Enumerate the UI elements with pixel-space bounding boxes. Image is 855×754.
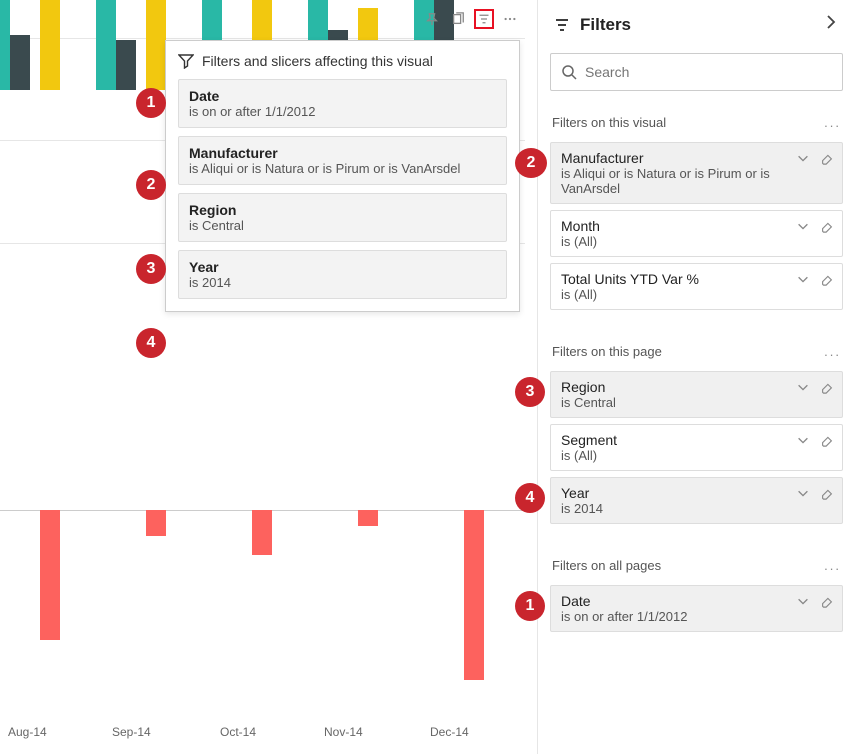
- tooltip-filter-card: Region is Central: [178, 193, 507, 242]
- tooltip-title: Filters and slicers affecting this visua…: [202, 53, 433, 69]
- chevron-down-icon[interactable]: [796, 151, 810, 165]
- bar[interactable]: [358, 510, 378, 526]
- x-tick-label: Nov-14: [324, 725, 363, 739]
- callout-badge-4b: 4: [515, 483, 545, 513]
- bar[interactable]: [40, 0, 60, 90]
- filter-name: Date: [561, 593, 832, 609]
- chevron-down-icon[interactable]: [796, 272, 810, 286]
- filter-desc: is 2014: [189, 275, 496, 290]
- bar[interactable]: [146, 510, 166, 536]
- eraser-icon[interactable]: [820, 380, 834, 394]
- section-more-icon[interactable]: ...: [824, 558, 841, 573]
- filter-name: Region: [561, 379, 832, 395]
- chevron-down-icon[interactable]: [796, 486, 810, 500]
- callout-badge-3: 3: [136, 254, 166, 284]
- filter-desc: is Central: [189, 218, 496, 233]
- filter-desc: is Aliqui or is Natura or is Pirum or is…: [189, 161, 496, 176]
- filter-desc: is (All): [561, 448, 832, 463]
- section-more-icon[interactable]: ...: [824, 344, 841, 359]
- section-label: Filters on this page: [552, 344, 662, 359]
- filter-card-date[interactable]: Date is on or after 1/1/2012: [550, 585, 843, 632]
- eraser-icon[interactable]: [820, 433, 834, 447]
- filter-card-region[interactable]: Region is Central: [550, 371, 843, 418]
- filter-name: Region: [189, 202, 496, 218]
- chevron-down-icon[interactable]: [796, 594, 810, 608]
- tooltip-filter-card: Year is 2014: [178, 250, 507, 299]
- x-tick-label: Sep-14: [112, 725, 151, 739]
- eraser-icon[interactable]: [820, 219, 834, 233]
- chevron-down-icon[interactable]: [796, 380, 810, 394]
- filter-name: Year: [561, 485, 832, 501]
- filter-name: Date: [189, 88, 496, 104]
- bar[interactable]: [10, 35, 30, 90]
- bar[interactable]: [252, 510, 272, 555]
- callout-badge-2b: 2: [515, 148, 547, 178]
- more-options-icon[interactable]: [500, 9, 520, 29]
- funnel-icon: [178, 53, 194, 69]
- section-label: Filters on this visual: [552, 115, 666, 130]
- filter-card-month[interactable]: Month is (All): [550, 210, 843, 257]
- chevron-down-icon[interactable]: [796, 219, 810, 233]
- section-title-visual: Filters on this visual ...: [538, 109, 855, 136]
- bar[interactable]: [464, 510, 484, 680]
- filter-name: Manufacturer: [189, 145, 496, 161]
- panel-title: Filters: [580, 15, 631, 35]
- bar[interactable]: [40, 510, 60, 640]
- filters-panel-header: Filters: [538, 0, 855, 49]
- tooltip-filter-card: Manufacturer is Aliqui or is Natura or i…: [178, 136, 507, 185]
- x-tick-label: Oct-14: [220, 725, 256, 739]
- bar[interactable]: [96, 0, 116, 90]
- filter-desc: is on or after 1/1/2012: [561, 609, 832, 624]
- filter-card-manufacturer[interactable]: Manufacturer is Aliqui or is Natura or i…: [550, 142, 843, 204]
- tooltip-filter-card: Date is on or after 1/1/2012: [178, 79, 507, 128]
- filter-desc: is (All): [561, 234, 832, 249]
- filters-search[interactable]: [550, 53, 843, 91]
- filter-desc: is Aliqui or is Natura or is Pirum or is…: [561, 166, 832, 196]
- filter-name: Total Units YTD Var %: [561, 271, 832, 287]
- callout-badge-2: 2: [136, 170, 166, 200]
- filter-name: Month: [561, 218, 832, 234]
- eraser-icon[interactable]: [820, 486, 834, 500]
- filter-desc: is 2014: [561, 501, 832, 516]
- filter-icon[interactable]: [474, 9, 494, 29]
- filter-card-total-units[interactable]: Total Units YTD Var % is (All): [550, 263, 843, 310]
- eraser-icon[interactable]: [820, 594, 834, 608]
- callout-badge-1: 1: [136, 88, 166, 118]
- filter-card-year[interactable]: Year is 2014: [550, 477, 843, 524]
- filter-name: Manufacturer: [561, 150, 832, 166]
- section-label: Filters on all pages: [552, 558, 661, 573]
- callout-badge-1b: 1: [515, 591, 545, 621]
- chart-bars: [0, 300, 525, 720]
- filter-lines-icon: [554, 17, 570, 33]
- tooltip-header: Filters and slicers affecting this visua…: [178, 53, 507, 69]
- section-more-icon[interactable]: ...: [824, 115, 841, 130]
- bar[interactable]: [0, 0, 10, 90]
- visual-toolbar: [422, 5, 520, 33]
- search-input[interactable]: [585, 64, 832, 80]
- eraser-icon[interactable]: [820, 272, 834, 286]
- pin-icon[interactable]: [422, 9, 442, 29]
- filter-desc: is Central: [561, 395, 832, 410]
- section-title-page: Filters on this page ...: [538, 338, 855, 365]
- filter-desc: is on or after 1/1/2012: [189, 104, 496, 119]
- section-title-all: Filters on all pages ...: [538, 552, 855, 579]
- chevron-down-icon[interactable]: [796, 433, 810, 447]
- filter-desc: is (All): [561, 287, 832, 302]
- search-icon: [561, 64, 577, 80]
- x-tick-label: Aug-14: [8, 725, 47, 739]
- chart-area[interactable]: Aug-14 Sep-14 Oct-14 Nov-14 Dec-14 Filte…: [0, 0, 525, 754]
- callout-badge-3b: 3: [515, 377, 545, 407]
- bar[interactable]: [146, 0, 166, 90]
- copy-icon[interactable]: [448, 9, 468, 29]
- expand-panel-icon[interactable]: [823, 14, 839, 35]
- eraser-icon[interactable]: [820, 151, 834, 165]
- filter-name: Segment: [561, 432, 832, 448]
- filters-panel: Filters Filters on this visual ... 2 Man…: [537, 0, 855, 754]
- filter-name: Year: [189, 259, 496, 275]
- filter-card-segment[interactable]: Segment is (All): [550, 424, 843, 471]
- callout-badge-4: 4: [136, 328, 166, 358]
- bar[interactable]: [116, 40, 136, 90]
- filters-tooltip-popup: Filters and slicers affecting this visua…: [165, 40, 520, 312]
- x-tick-label: Dec-14: [430, 725, 469, 739]
